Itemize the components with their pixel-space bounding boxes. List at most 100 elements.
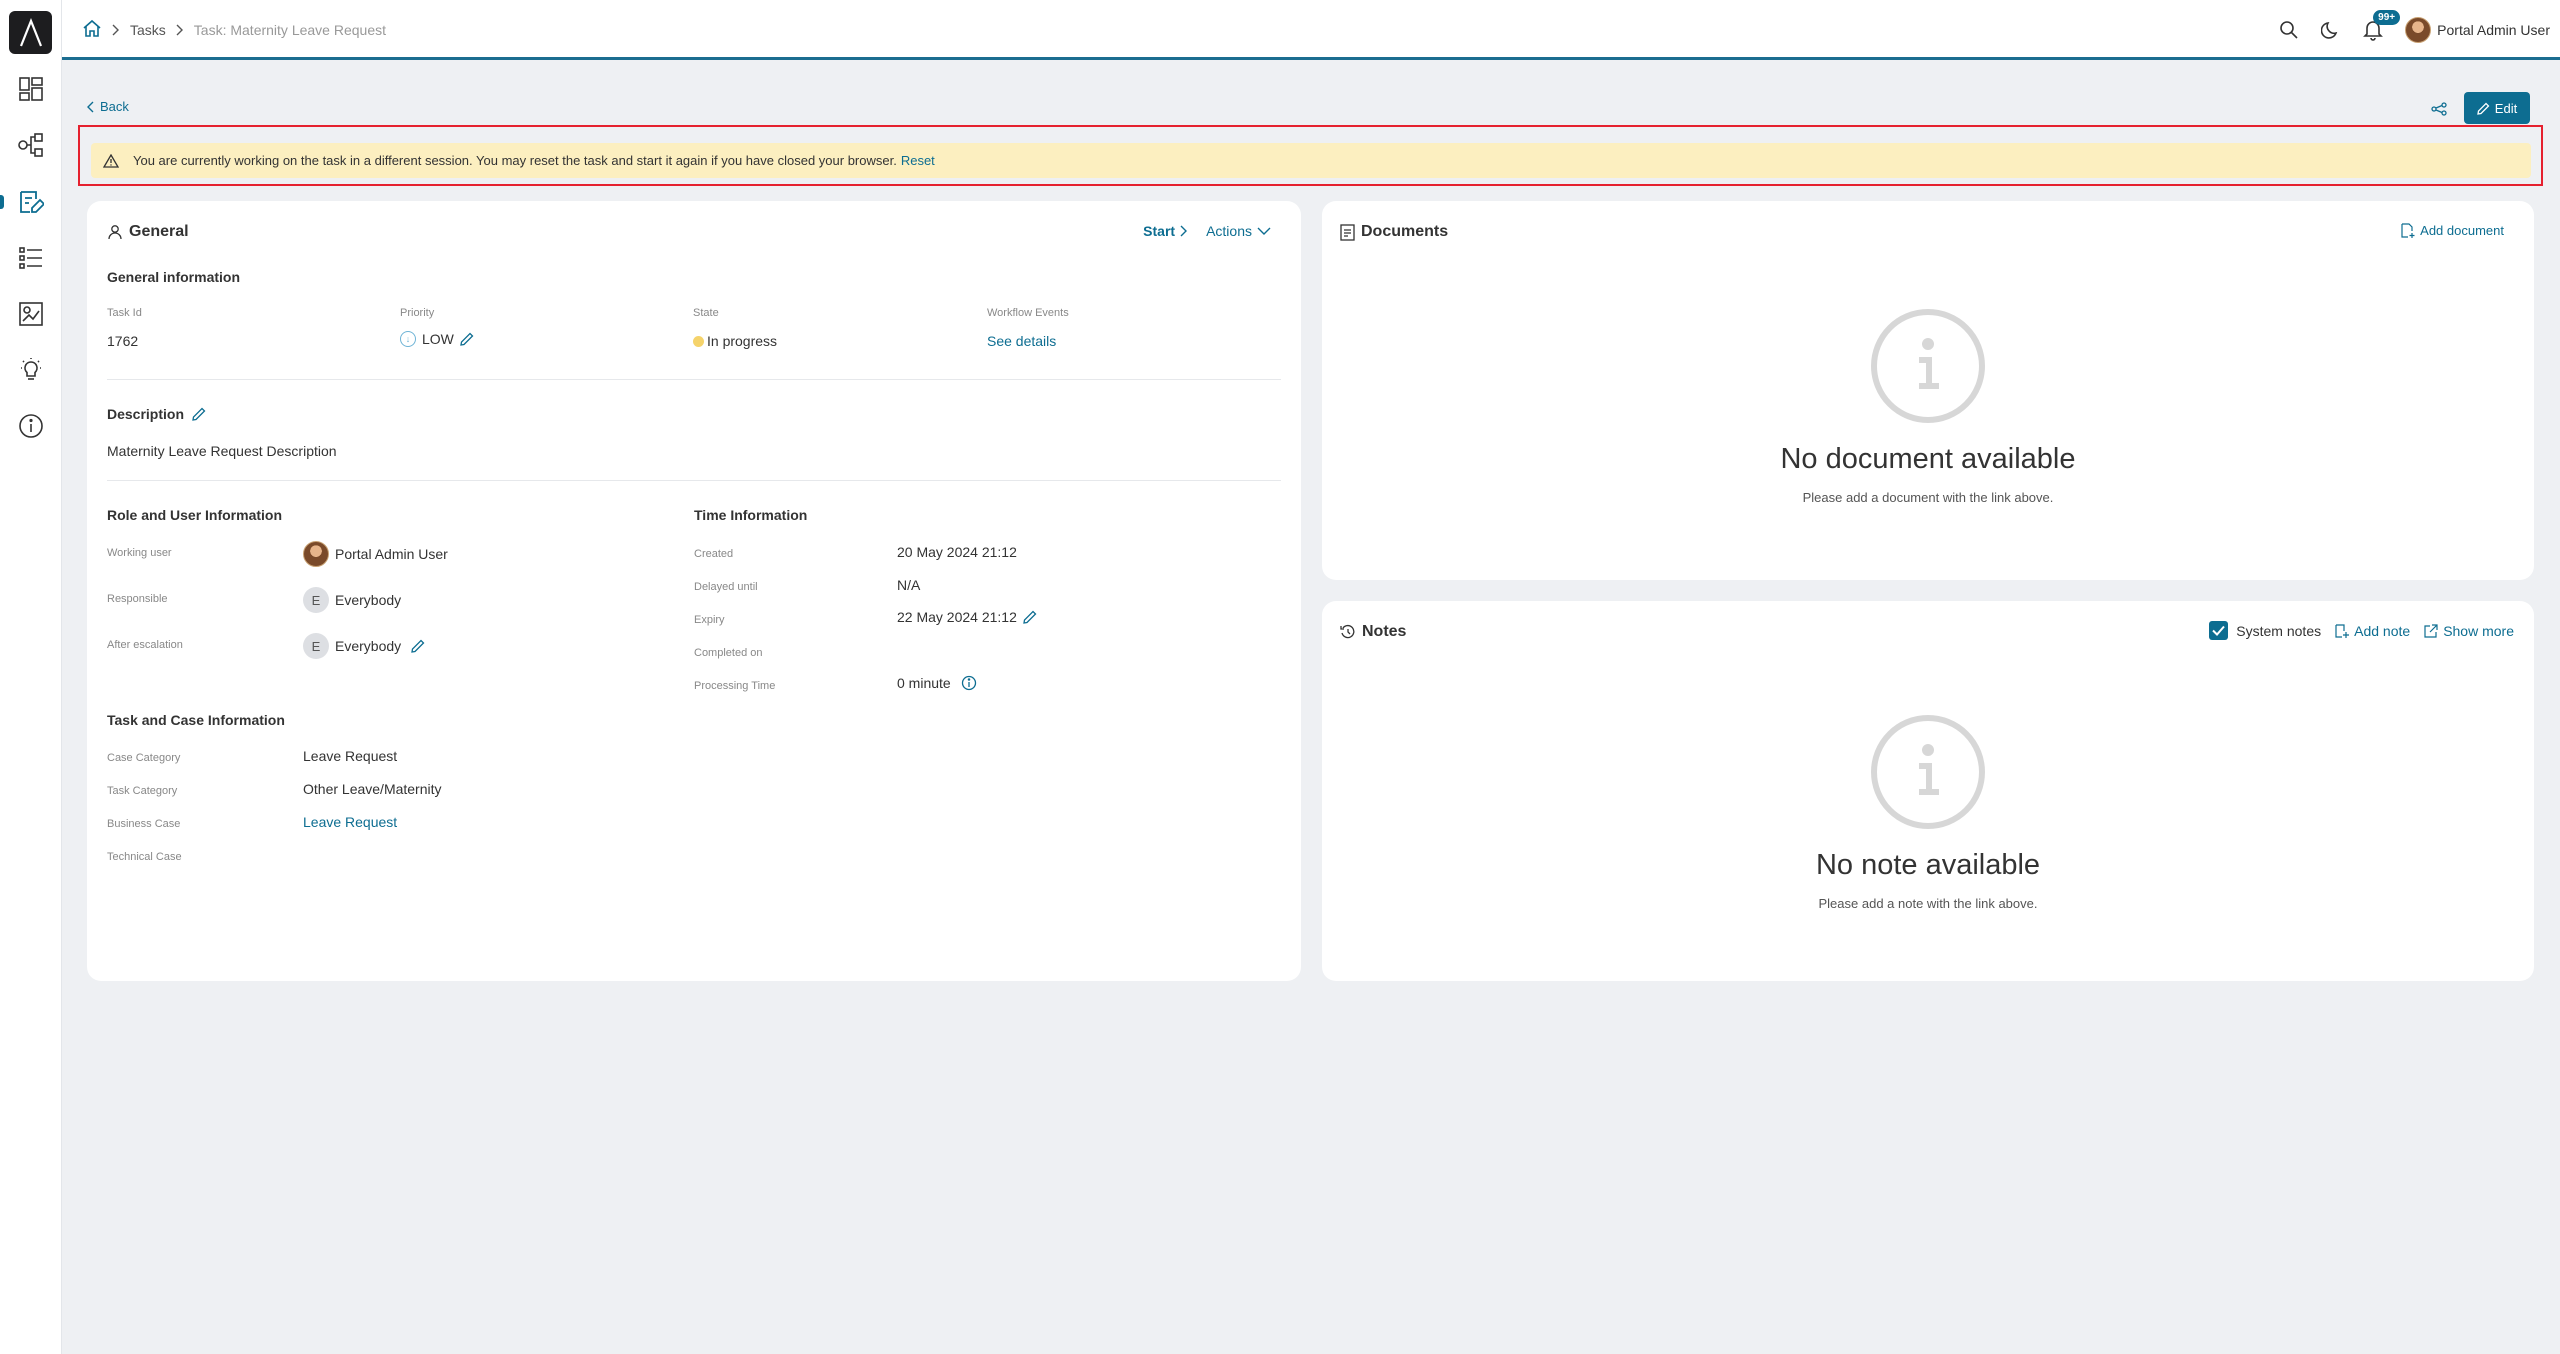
state-label: State <box>693 307 719 319</box>
task-id-value: 1762 <box>107 333 139 349</box>
breadcrumb-current: Task: Maternity Leave Request <box>193 21 387 38</box>
documents-title: Documents <box>1340 223 1448 241</box>
delayed-label: Delayed until <box>694 581 758 593</box>
state-value: In progress <box>693 333 777 349</box>
case-info-title: Task and Case Information <box>107 712 285 728</box>
case-category-value: Leave Request <box>303 748 398 764</box>
start-button[interactable]: Start <box>1143 223 1188 239</box>
notes-empty-title: No note available <box>1815 849 2041 881</box>
dark-mode-icon[interactable] <box>2315 14 2347 46</box>
processing-value: 0 minute <box>897 675 977 691</box>
back-label: Back <box>100 99 129 114</box>
state-text: In progress <box>707 333 778 349</box>
edit-escalation-icon[interactable] <box>411 639 425 653</box>
expiry-label: Expiry <box>694 614 725 626</box>
notes-empty-state: No note available Please add a note with… <box>1322 715 2534 911</box>
breadcrumb: Tasks Task: Maternity Leave Request <box>82 19 386 40</box>
share-icon <box>2431 102 2447 116</box>
share-button[interactable] <box>2424 96 2454 122</box>
dashboard-icon[interactable] <box>13 71 49 107</box>
session-alert: You are currently working on the task in… <box>91 143 2531 178</box>
user-icon <box>108 225 122 240</box>
working-user-label: Working user <box>107 547 172 559</box>
documents-empty-title: No document available <box>1780 443 2076 475</box>
role-info-title: Role and User Information <box>107 507 283 523</box>
add-note-button[interactable]: Add note <box>2335 623 2410 639</box>
edit-label: Edit <box>2494 100 2518 116</box>
sidebar <box>0 0 62 1354</box>
document-icon <box>1340 223 1355 241</box>
home-icon[interactable] <box>82 19 102 40</box>
priority-label: Priority <box>400 307 435 319</box>
avatar <box>2405 17 2432 43</box>
add-note-icon <box>2335 623 2350 638</box>
general-title: General <box>107 223 189 241</box>
workflow-events-label: Workflow Events <box>987 307 1069 319</box>
general-card: General Start Actions General informatio… <box>87 201 1301 981</box>
priority-value: ↓ LOW <box>400 331 474 347</box>
task-category-label: Task Category <box>107 785 178 797</box>
avatar: E <box>303 633 329 659</box>
after-escalation-text: Everybody <box>335 638 402 654</box>
back-button[interactable]: Back <box>86 99 129 114</box>
chevron-right-icon <box>176 24 184 36</box>
pencil-icon <box>2477 102 2490 115</box>
history-icon <box>1340 624 1355 639</box>
priority-low-icon: ↓ <box>400 331 416 347</box>
external-link-icon <box>2424 623 2438 638</box>
search-icon[interactable] <box>2273 14 2305 46</box>
documents-empty-state: No document available Please add a docum… <box>1322 309 2534 505</box>
notes-card: Notes System notes Add note Show more No… <box>1322 601 2534 981</box>
app-logo[interactable] <box>9 11 52 54</box>
add-document-icon <box>2401 223 2415 238</box>
see-details-link[interactable]: See details <box>987 333 1056 349</box>
chevron-left-icon <box>87 101 94 112</box>
after-escalation-label: After escalation <box>107 639 183 651</box>
system-notes-label: System notes <box>2236 622 2322 639</box>
expiry-text: 22 May 2024 21:12 <box>897 609 1017 625</box>
user-name: Portal Admin User <box>2437 22 2550 38</box>
add-document-button[interactable]: Add document <box>2401 223 2504 238</box>
info-icon[interactable] <box>961 675 977 691</box>
business-case-label: Business Case <box>107 818 181 830</box>
responsible-value: E Everybody <box>303 587 401 613</box>
processing-text: 0 minute <box>897 675 951 691</box>
breadcrumb-tasks[interactable]: Tasks <box>130 22 166 38</box>
edit-priority-icon[interactable] <box>460 332 474 346</box>
edit-description-icon[interactable] <box>192 407 206 421</box>
top-bar: Tasks Task: Maternity Leave Request 99+ … <box>62 0 2560 60</box>
chevron-right-icon <box>112 24 120 36</box>
notifications-icon[interactable]: 99+ <box>2357 10 2401 46</box>
documents-title-text: Documents <box>1361 223 1449 240</box>
user-menu[interactable]: Portal Admin User <box>2405 17 2550 43</box>
time-info-title: Time Information <box>694 507 808 523</box>
system-notes-checkbox[interactable] <box>2209 621 2229 640</box>
reset-link[interactable]: Reset <box>901 153 935 168</box>
edit-expiry-icon[interactable] <box>1023 610 1037 624</box>
actions-dropdown[interactable]: Actions <box>1206 223 1271 239</box>
alert-message: You are currently working on the task in… <box>133 153 897 168</box>
responsible-label: Responsible <box>107 593 168 605</box>
statistics-icon[interactable] <box>13 296 49 332</box>
chevron-down-icon <box>1257 227 1271 235</box>
working-user-text: Portal Admin User <box>335 546 448 562</box>
avatar <box>303 541 329 567</box>
show-more-button[interactable]: Show more <box>2424 623 2514 639</box>
task-category-value: Other Leave/Maternity <box>303 781 442 797</box>
tasks-icon[interactable] <box>13 184 49 220</box>
state-dot <box>693 335 704 347</box>
notes-title-text: Notes <box>1362 623 1407 640</box>
about-icon[interactable] <box>13 408 49 444</box>
divider <box>107 379 1281 380</box>
description-title: Description <box>107 406 206 422</box>
ideas-icon[interactable] <box>13 352 49 388</box>
business-case-link[interactable]: Leave Request <box>303 814 397 830</box>
check-icon <box>2212 625 2226 636</box>
edit-button[interactable]: Edit <box>2464 92 2530 124</box>
processes-icon[interactable] <box>13 127 49 163</box>
system-notes-toggle[interactable]: System notes <box>2209 621 2321 640</box>
notes-title: Notes <box>1340 623 1406 641</box>
created-value: 20 May 2024 21:12 <box>897 544 1017 560</box>
cases-icon[interactable] <box>13 240 49 276</box>
created-label: Created <box>694 548 734 560</box>
